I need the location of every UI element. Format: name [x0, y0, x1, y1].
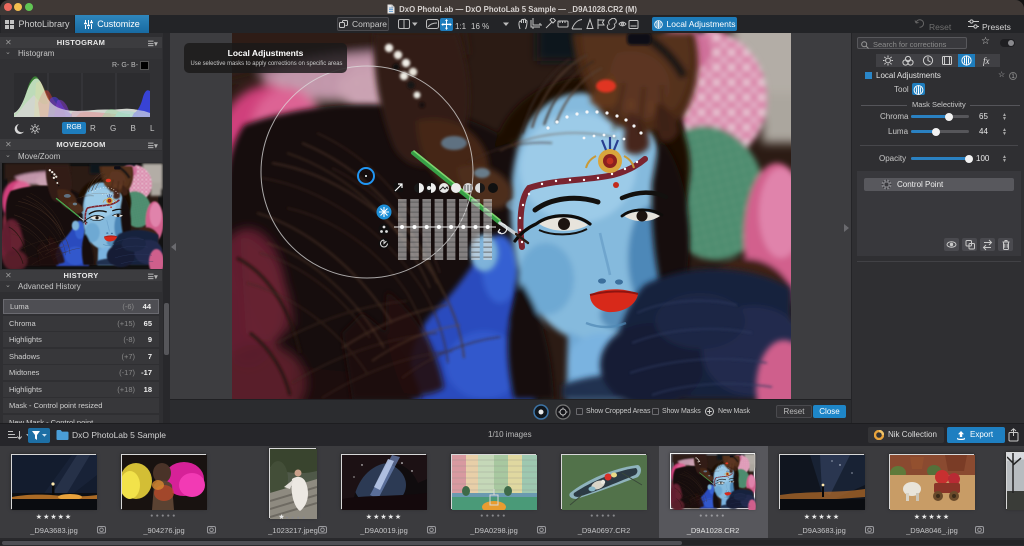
svg-text:fx: fx: [983, 56, 990, 66]
